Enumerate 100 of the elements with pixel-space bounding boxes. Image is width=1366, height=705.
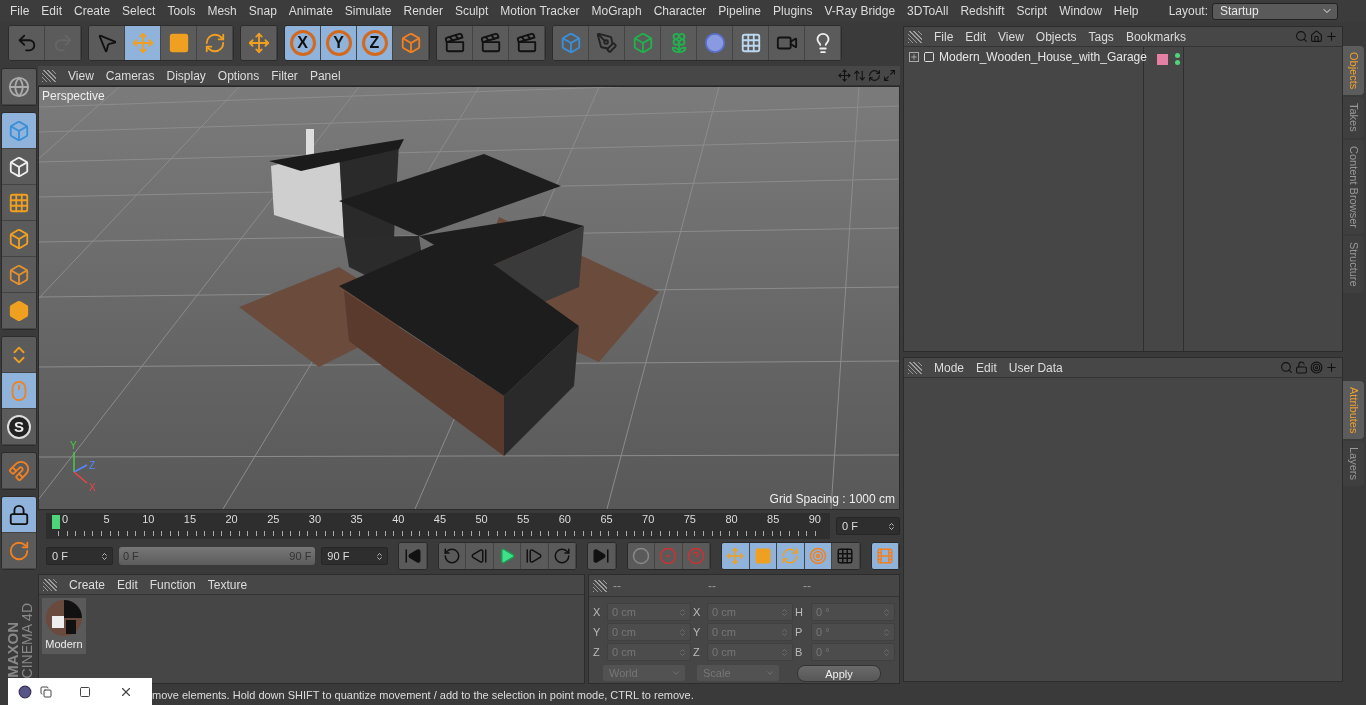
menu-item[interactable]: Options (211, 68, 266, 83)
visibility-dots-icon[interactable] (1175, 53, 1180, 65)
panel-grip-icon[interactable] (42, 69, 56, 82)
mode-button[interactable] (2, 497, 36, 533)
menu-item[interactable]: Snap (242, 4, 283, 18)
panel-grip-icon[interactable] (908, 30, 922, 43)
menu-item[interactable]: Mesh (201, 4, 243, 18)
end-frame-field[interactable]: 90 F (321, 547, 389, 565)
menu-item[interactable]: V-Ray Bridge (818, 4, 902, 18)
playback-button[interactable] (871, 543, 899, 569)
playback-button[interactable] (399, 543, 427, 569)
apply-button[interactable]: Apply (797, 665, 881, 682)
tool-button[interactable] (161, 26, 197, 60)
playback-button[interactable] (722, 543, 750, 569)
menu-item[interactable]: Select (116, 4, 162, 18)
menu-item[interactable]: Create (63, 577, 112, 592)
menu-item[interactable]: Script (1010, 4, 1054, 18)
playback-button[interactable] (466, 543, 494, 569)
menu-item[interactable]: Character (647, 4, 713, 18)
menu-item[interactable]: Display (160, 68, 212, 83)
menu-item[interactable]: Pipeline (712, 4, 768, 18)
side-tab[interactable]: Layers (1343, 441, 1364, 487)
timeline-ruler[interactable]: 0 5 10 15 20 25 30 35 40 45 50 55 60 65 70 75 80 85 90 (46, 513, 830, 539)
start-frame-field[interactable]: 0 F (46, 547, 113, 565)
menu-item[interactable]: Panel (303, 68, 347, 83)
playback-button[interactable] (627, 543, 656, 569)
playback-button[interactable] (548, 543, 577, 569)
tool-button[interactable] (625, 26, 661, 60)
tool-button[interactable] (661, 26, 697, 60)
menu-item[interactable]: User Data (1002, 360, 1069, 375)
menu-item[interactable]: Tags (1082, 29, 1120, 44)
menu-item[interactable]: Edit (970, 360, 1003, 375)
snap-button[interactable]: S (2, 409, 36, 445)
mode-button[interactable] (2, 69, 36, 105)
menu-item[interactable]: Mode (928, 360, 971, 375)
mode-button[interactable] (2, 453, 36, 489)
mode-button[interactable] (2, 373, 36, 409)
tool-button[interactable] (697, 26, 733, 60)
menu-item[interactable]: Help (1107, 4, 1145, 18)
layer-color-tag[interactable] (1157, 53, 1168, 65)
menu-item[interactable]: View (62, 68, 100, 83)
menu-item[interactable]: Render (397, 4, 449, 18)
menu-item[interactable]: Create (68, 4, 117, 18)
tool-button[interactable] (125, 26, 161, 60)
side-tab[interactable]: Structure (1343, 236, 1364, 293)
playback-button[interactable] (804, 543, 833, 569)
tool-button[interactable] (197, 26, 233, 60)
menu-item[interactable]: File (928, 29, 960, 44)
menu-item[interactable]: 3DToAll (901, 4, 955, 18)
menu-item[interactable]: Edit (959, 29, 993, 44)
playback-button[interactable] (832, 543, 860, 569)
menu-item[interactable]: Tools (161, 4, 202, 18)
menu-item[interactable]: Window (1053, 4, 1108, 18)
menu-item[interactable]: Cameras (99, 68, 161, 83)
menu-item[interactable]: Texture (201, 577, 254, 592)
playback-button[interactable] (588, 543, 616, 569)
playback-button[interactable] (521, 543, 549, 569)
mode-button[interactable] (2, 149, 36, 185)
playback-button[interactable] (493, 543, 522, 569)
menu-item[interactable]: Redshift (954, 4, 1011, 18)
panel-grip-icon[interactable] (43, 578, 57, 591)
menu-item[interactable]: Function (143, 577, 202, 592)
tool-button[interactable] (805, 26, 841, 60)
tool-button[interactable] (733, 26, 769, 60)
tool-button[interactable] (393, 26, 429, 60)
object-name[interactable]: Modern_Wooden_House_with_Garage (939, 50, 1147, 64)
axis-lock-button[interactable]: Z (357, 26, 393, 60)
axis-lock-button[interactable]: X (285, 26, 321, 60)
menu-item[interactable]: Edit (35, 4, 69, 18)
menu-item[interactable]: Objects (1029, 29, 1083, 44)
mode-button[interactable] (2, 113, 36, 149)
current-frame-field[interactable]: 0 F (836, 517, 900, 535)
menu-item[interactable]: Filter (265, 68, 304, 83)
menu-item[interactable]: Bookmarks (1119, 29, 1192, 44)
mode-button[interactable] (2, 293, 36, 329)
side-tab[interactable]: Content Browser (1343, 140, 1364, 234)
menu-item[interactable]: Edit (111, 577, 144, 592)
mode-button[interactable] (2, 337, 36, 373)
menu-item[interactable]: File (4, 4, 36, 18)
tool-button[interactable] (241, 26, 277, 60)
menu-item[interactable]: Simulate (338, 4, 398, 18)
menu-item[interactable]: Sculpt (448, 4, 495, 18)
mode-button[interactable] (2, 221, 36, 257)
panel-grip-icon[interactable] (593, 579, 607, 592)
material-swatch[interactable]: Modern (42, 598, 86, 654)
menu-item[interactable]: Plugins (767, 4, 819, 18)
menu-item[interactable]: Motion Tracker (494, 4, 586, 18)
side-tab[interactable]: Takes (1343, 97, 1364, 139)
playback-button[interactable] (749, 543, 778, 569)
layout-dropdown[interactable]: Startup (1212, 2, 1338, 20)
axis-lock-button[interactable]: Y (321, 26, 357, 60)
menu-item[interactable]: Animate (282, 4, 339, 18)
menu-item[interactable]: MoGraph (585, 4, 648, 18)
panel-grip-icon[interactable] (908, 361, 922, 374)
mode-button[interactable] (2, 533, 36, 569)
expand-icon[interactable] (909, 52, 919, 62)
mode-button[interactable] (2, 185, 36, 221)
menu-item[interactable]: View (992, 29, 1030, 44)
playback-button[interactable] (682, 543, 711, 569)
mode-button[interactable] (2, 257, 36, 293)
